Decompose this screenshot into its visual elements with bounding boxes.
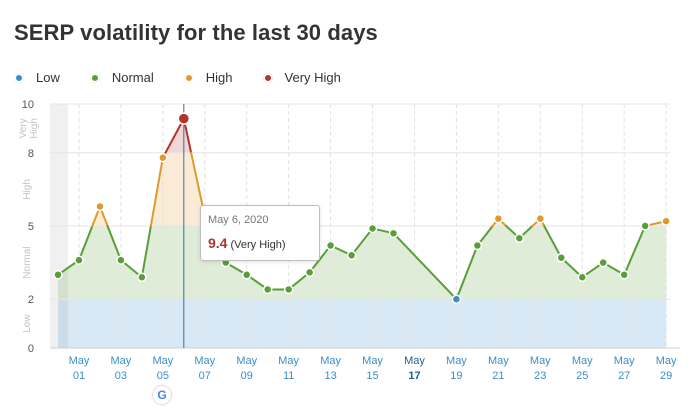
x-tick-day: 05: [157, 370, 169, 382]
x-tick-month: May: [362, 355, 383, 367]
area-normal: [58, 226, 667, 300]
x-tick-month: May: [656, 355, 677, 367]
x-tick-month: May: [69, 355, 90, 367]
x-tick-month: May: [530, 355, 551, 367]
data-point: [619, 270, 629, 280]
y-tick-label: 10: [22, 99, 34, 111]
data-point: [116, 255, 126, 265]
data-point: [577, 272, 587, 282]
data-point: [472, 240, 483, 251]
data-point: [304, 267, 315, 278]
x-tick-day: 17: [408, 370, 420, 382]
data-point: [241, 270, 252, 280]
x-tick-month: May: [446, 355, 467, 367]
band-low: [58, 299, 667, 348]
x-tick-month: May: [572, 355, 593, 367]
x-tick-day: 01: [73, 370, 85, 382]
x-tick-day: 29: [660, 370, 672, 382]
x-tick-month: May: [320, 355, 341, 367]
x-tick-day: 15: [366, 370, 378, 382]
x-tick-day: 07: [199, 370, 211, 382]
x-tick-day: 23: [534, 370, 546, 382]
tooltip: May 6, 2020 9.4 (Very High): [200, 205, 320, 261]
volatility-chart: 025810LowNormalHighVery HighMay01May03May…: [18, 99, 680, 382]
x-tick-day: 21: [492, 370, 504, 382]
y-tick-label: 0: [28, 343, 34, 355]
x-tick-day: 11: [283, 370, 294, 382]
tooltip-date: May 6, 2020: [208, 214, 269, 226]
band-label: Very: [18, 118, 29, 138]
google-update-icon[interactable]: G: [153, 386, 171, 404]
tooltip-value: 9.4: [208, 235, 228, 251]
data-point: [514, 233, 525, 243]
x-tick-month: May: [614, 355, 635, 367]
x-tick-day: 13: [324, 370, 336, 382]
band-label: Low: [22, 314, 33, 333]
x-tick-month: May: [236, 355, 257, 367]
x-tick-day: 25: [576, 370, 588, 382]
data-point: [493, 213, 504, 224]
x-tick-day: 19: [450, 370, 462, 382]
x-tick-month: May: [194, 355, 215, 367]
data-point: [53, 270, 63, 280]
data-point: [262, 284, 273, 295]
x-tick-month: May: [488, 355, 509, 367]
x-tick-month: May: [152, 355, 173, 367]
x-tick-day: 09: [241, 370, 253, 382]
data-point: [640, 221, 650, 231]
data-point: [74, 255, 84, 265]
x-tick-month: May: [404, 355, 425, 367]
tooltip-level: (Very High): [230, 239, 286, 251]
data-point: [325, 240, 336, 251]
x-tick-month: May: [278, 355, 299, 367]
x-tick-day: 03: [115, 370, 127, 382]
data-point: [346, 250, 357, 261]
tooltip-row: 9.4 (Very High): [208, 235, 312, 251]
data-point: [388, 228, 399, 239]
y-tick-label: 8: [28, 148, 34, 160]
band-label: High: [29, 118, 40, 139]
x-tick-month: May: [111, 355, 132, 367]
band-label: Normal: [22, 246, 33, 278]
data-point: [451, 294, 462, 304]
data-point: [556, 252, 567, 263]
data-point: [367, 223, 378, 234]
y-tick-label: 2: [28, 294, 34, 306]
data-point: [598, 257, 608, 268]
y-tick-label: 5: [28, 221, 34, 233]
data-point: [158, 152, 168, 163]
data-point: [137, 272, 147, 282]
data-point: [661, 216, 671, 226]
data-point: [95, 201, 105, 212]
x-tick-day: 27: [618, 370, 630, 382]
data-point: [535, 213, 546, 224]
band-label: High: [22, 179, 33, 200]
data-point: [177, 112, 191, 125]
data-point: [283, 284, 294, 295]
